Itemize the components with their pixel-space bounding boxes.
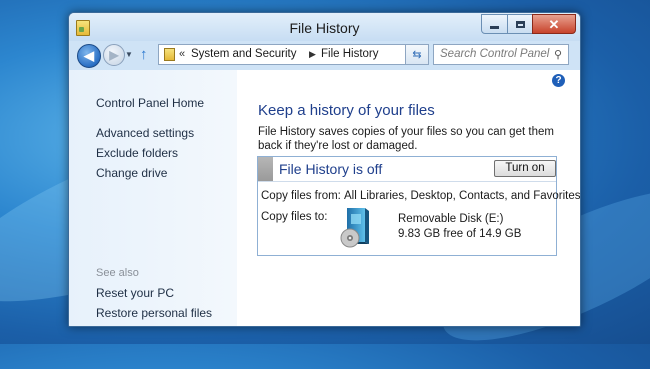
breadcrumb-system-and-security[interactable]: System and Security (191, 48, 296, 60)
copy-to-label: Copy files to: (261, 211, 328, 223)
sidebar-reset-your-pc[interactable]: Reset your PC (96, 286, 174, 300)
breadcrumb-overflow[interactable]: « (179, 48, 185, 60)
back-arrow-icon: ◀ (84, 48, 94, 63)
search-box[interactable]: Search Control Panel ⚲ (433, 44, 569, 65)
breadcrumb-separator-icon[interactable]: ▶ (309, 49, 316, 60)
minimize-icon (490, 25, 499, 29)
address-bar[interactable]: « System and Security ▶ File History ▼ (158, 44, 419, 65)
close-button[interactable]: ✕ (532, 14, 576, 34)
status-title: File History is off (279, 161, 383, 177)
file-history-window: File History ✕ ◀ ▶ ▼ ↑ « System and Secu… (68, 12, 581, 327)
sidebar-change-drive[interactable]: Change drive (96, 166, 167, 180)
turn-on-button[interactable]: Turn on (494, 160, 556, 177)
removable-disk-icon (340, 208, 369, 248)
back-button[interactable]: ◀ (77, 44, 101, 68)
copy-from-value: All Libraries, Desktop, Contacts, and Fa… (344, 190, 581, 202)
page-description: File History saves copies of your files … (258, 126, 554, 152)
title-bar[interactable]: File History ✕ (69, 13, 580, 41)
page-title: Keep a history of your files (258, 102, 435, 119)
copy-from-label: Copy files from: (261, 190, 341, 202)
search-placeholder: Search Control Panel (440, 48, 550, 60)
drive-name: Removable Disk (E:) (398, 213, 504, 225)
up-arrow-icon[interactable]: ↑ (140, 46, 148, 63)
navigation-bar: ◀ ▶ ▼ ↑ « System and Security ▶ File His… (69, 41, 580, 69)
sidebar-exclude-folders[interactable]: Exclude folders (96, 146, 178, 160)
sidebar-advanced-settings[interactable]: Advanced settings (96, 126, 194, 140)
maximize-icon (515, 20, 525, 28)
refresh-button[interactable]: ⇆ (405, 44, 429, 65)
sidebar-control-panel-home[interactable]: Control Panel Home (96, 96, 204, 110)
content-area: Control Panel Home Advanced settings Exc… (69, 70, 580, 326)
minimize-button[interactable] (481, 14, 508, 34)
status-indicator (258, 157, 273, 181)
help-icon[interactable]: ? (552, 74, 565, 87)
maximize-button[interactable] (507, 14, 533, 34)
control-panel-icon (164, 48, 175, 61)
sidebar-restore-personal-files[interactable]: Restore personal files (96, 306, 212, 320)
drive-free-space: 9.83 GB free of 14.9 GB (398, 228, 522, 240)
status-header: File History is off Turn on (258, 157, 556, 182)
breadcrumb-file-history[interactable]: File History (321, 48, 379, 60)
recent-pages-dropdown[interactable]: ▼ (125, 50, 133, 59)
refresh-icon: ⇆ (412, 49, 422, 61)
search-icon[interactable]: ⚲ (554, 48, 562, 61)
see-also-heading: See also (96, 267, 139, 279)
close-icon: ✕ (548, 16, 560, 32)
file-history-status-panel: File History is off Turn on Copy files f… (257, 156, 580, 256)
forward-arrow-icon: ▶ (109, 48, 119, 62)
forward-button[interactable]: ▶ (103, 44, 125, 66)
sidebar: Control Panel Home Advanced settings Exc… (69, 70, 237, 326)
